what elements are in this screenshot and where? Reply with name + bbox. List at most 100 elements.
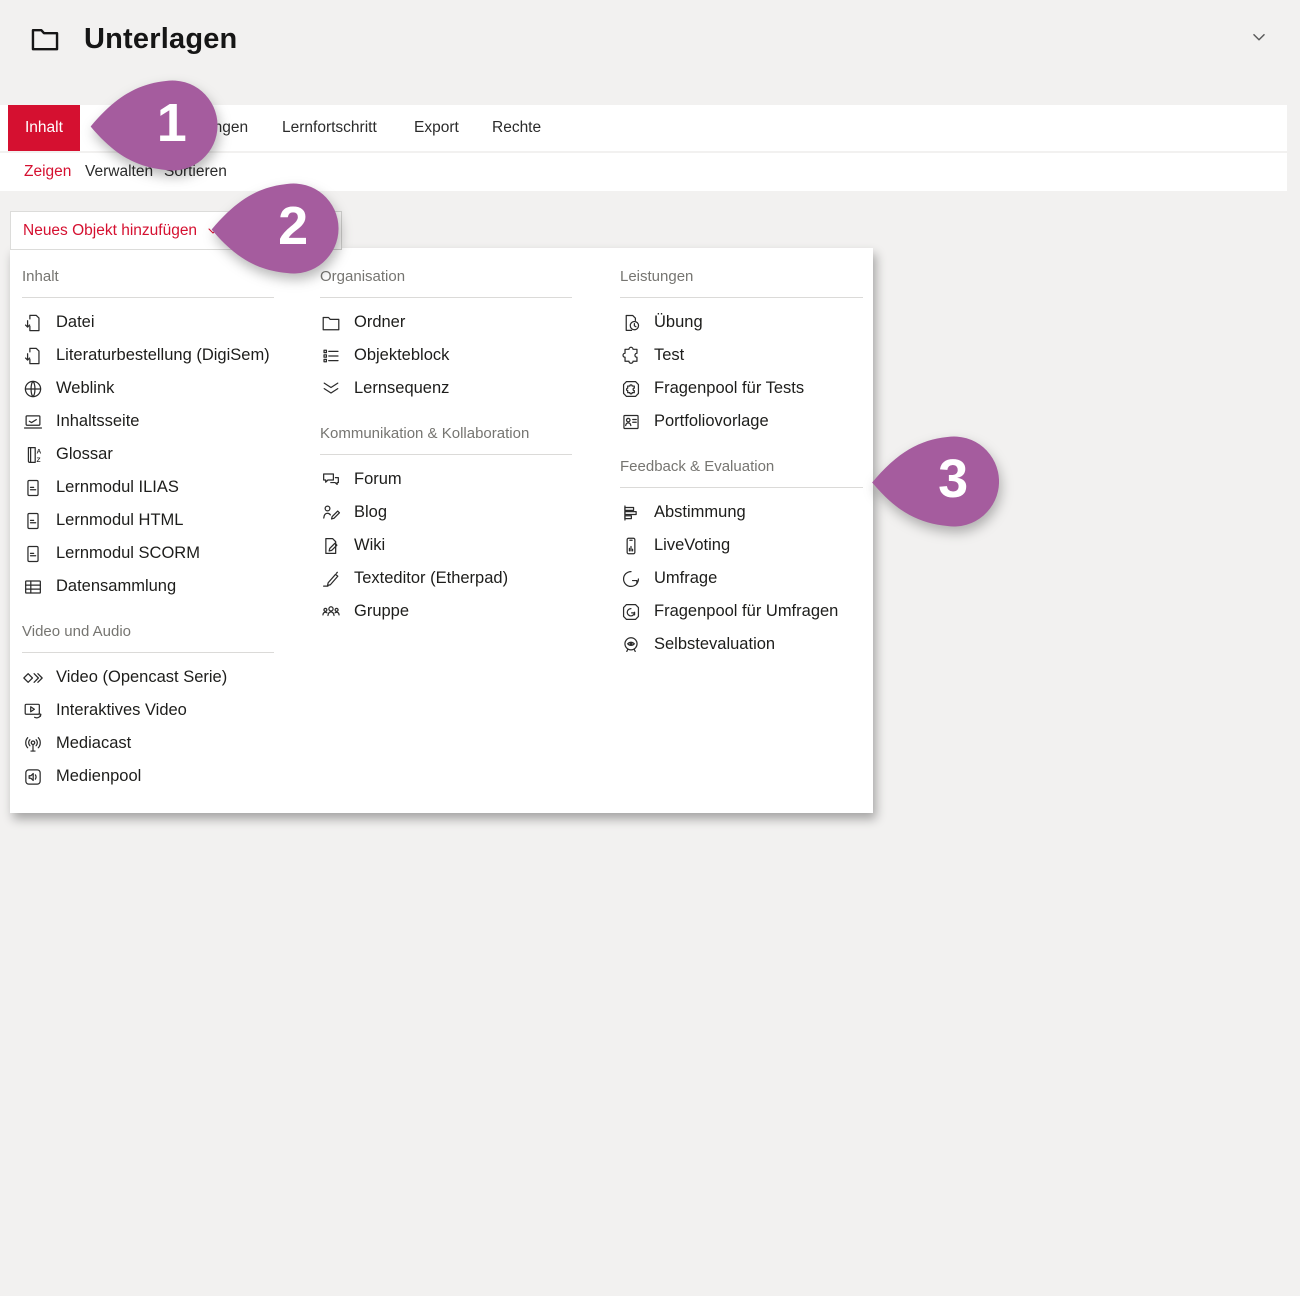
callout-3: 3 <box>868 434 999 529</box>
menu-item[interactable]: Interaktives Video <box>22 694 274 727</box>
menu-item-label: Lernmodul ILIAS <box>56 478 179 496</box>
menu-item[interactable]: AZ Glossar <box>22 438 274 471</box>
bottom-strip <box>0 1296 1300 1300</box>
globe-icon <box>22 378 44 400</box>
chevron-down-icon[interactable] <box>1248 26 1270 48</box>
menu-item[interactable]: Fragenpool für Tests <box>620 372 863 405</box>
menu-item[interactable]: Abstimmung <box>620 496 863 529</box>
questionpool-test-icon <box>620 378 642 400</box>
menu-item[interactable]: Objekteblock <box>320 339 572 372</box>
add-object-button[interactable]: Neues Objekt hinzufügen <box>10 211 234 250</box>
menu-item[interactable]: LiveVoting <box>620 529 863 562</box>
menu-item[interactable]: Medienpool <box>22 760 274 793</box>
menu-section-title: Leistungen <box>620 267 863 287</box>
callout-1: 1 <box>86 78 218 173</box>
exercise-icon <box>620 312 642 334</box>
menu-item[interactable]: Umfrage <box>620 562 863 595</box>
interactive-video-icon <box>22 700 44 722</box>
file-download-icon <box>22 312 44 334</box>
menu-item-label: Glossar <box>56 445 113 463</box>
menu-item-label: Texteditor (Etherpad) <box>354 569 508 587</box>
menu-item[interactable]: Blog <box>320 496 572 529</box>
subtab-zeigen[interactable]: Zeigen <box>24 153 71 191</box>
menu-item[interactable]: Video (Opencast Serie) <box>22 661 274 694</box>
menu-item-label: Lernsequenz <box>354 379 449 397</box>
menu-item[interactable]: Test <box>620 339 863 372</box>
callout-2-number: 2 <box>252 181 335 270</box>
menu-item[interactable]: Datensammlung <box>22 570 274 603</box>
glossary-icon: AZ <box>22 444 44 466</box>
callout-3-number: 3 <box>913 434 994 523</box>
section-divider <box>620 297 863 298</box>
menu-item[interactable]: Mediacast <box>22 727 274 760</box>
etherpad-icon <box>320 568 342 590</box>
menu-column-leistungen: Leistungen Übung Test Fragenpool für Tests P… <box>620 248 863 661</box>
menu-item[interactable]: Lernmodul ILIAS <box>22 471 274 504</box>
menu-item[interactable]: Forum <box>320 463 572 496</box>
learning-module-icon <box>22 477 44 499</box>
tab-rechte[interactable]: Rechte <box>492 105 541 151</box>
menu-item-label: Lernmodul SCORM <box>56 544 200 562</box>
menu-item-label: Medienpool <box>56 767 141 785</box>
menu-item[interactable]: Ordner <box>320 306 572 339</box>
menu-item[interactable]: Lernmodul SCORM <box>22 537 274 570</box>
menu-item[interactable]: Weblink <box>22 372 274 405</box>
menu-item[interactable]: Portfoliovorlage <box>620 405 863 438</box>
menu-item-label: Ordner <box>354 313 405 331</box>
menu-item-label: Abstimmung <box>654 503 746 521</box>
forum-icon <box>320 469 342 491</box>
callout-1-number: 1 <box>131 78 213 167</box>
menu-section-title: Kommunikation & Kollaboration <box>320 424 572 444</box>
menu-item-label: Übung <box>654 313 703 331</box>
menu-item-label: Datei <box>56 313 95 331</box>
svg-text:Z: Z <box>36 456 40 463</box>
menu-item[interactable]: Texteditor (Etherpad) <box>320 562 572 595</box>
menu-item[interactable]: Datei <box>22 306 274 339</box>
menu-item[interactable]: Selbstevaluation <box>620 628 863 661</box>
svg-text:A: A <box>36 448 41 455</box>
section-divider <box>320 297 572 298</box>
tab-export[interactable]: Export <box>414 105 459 151</box>
callout-2: 2 <box>206 181 340 276</box>
add-object-label: Neues Objekt hinzufügen <box>23 222 197 240</box>
questionpool-survey-icon <box>620 601 642 623</box>
learning-module-icon <box>22 543 44 565</box>
learning-sequence-icon <box>320 378 342 400</box>
mediapool-icon <box>22 766 44 788</box>
menu-item[interactable]: Gruppe <box>320 595 572 628</box>
menu-section-title: Video und Audio <box>22 622 274 642</box>
menu-item-label: Literaturbestellung (DigiSem) <box>56 346 270 364</box>
menu-column-inhalt: InhaltDateiLiteraturbestellung (DigiSem)… <box>22 248 274 793</box>
menu-item-label: Video (Opencast Serie) <box>56 668 227 686</box>
portfolio-template-icon <box>620 411 642 433</box>
page: Unterlagen Inhalt Einstellungen Lernfort… <box>0 0 1300 1300</box>
tab-lernfortschritt[interactable]: Lernfortschritt <box>282 105 377 151</box>
menu-item-label: Wiki <box>354 536 385 554</box>
tab-inhalt[interactable]: Inhalt <box>8 105 80 151</box>
menu-item-label: Blog <box>354 503 387 521</box>
menu-item-label: Fragenpool für Tests <box>654 379 804 397</box>
menu-item[interactable]: Lernsequenz <box>320 372 572 405</box>
menu-item[interactable]: Wiki <box>320 529 572 562</box>
menu-item[interactable]: Literaturbestellung (DigiSem) <box>22 339 274 372</box>
menu-item-label: Fragenpool für Umfragen <box>654 602 838 620</box>
menu-item[interactable]: Inhaltsseite <box>22 405 274 438</box>
menu-item[interactable]: Übung <box>620 306 863 339</box>
section-divider <box>22 297 274 298</box>
menu-item-label: Mediacast <box>56 734 131 752</box>
wiki-icon <box>320 535 342 557</box>
page-title: Unterlagen <box>84 23 237 56</box>
menu-item[interactable]: Fragenpool für Umfragen <box>620 595 863 628</box>
folder-icon <box>28 22 62 56</box>
blog-icon <box>320 502 342 524</box>
folder-icon <box>320 312 342 334</box>
learning-module-icon <box>22 510 44 532</box>
page-header: Unterlagen <box>28 22 237 56</box>
menu-column-organisation: OrganisationOrdnerObjekteblockLernsequen… <box>320 248 572 628</box>
menu-item[interactable]: Lernmodul HTML <box>22 504 274 537</box>
menu-item-label: Datensammlung <box>56 577 176 595</box>
menu-section-title: Feedback & Evaluation <box>620 457 863 477</box>
section-divider <box>620 487 863 488</box>
menu-item-label: LiveVoting <box>654 536 730 554</box>
menu-item-label: Portfoliovorlage <box>654 412 769 430</box>
